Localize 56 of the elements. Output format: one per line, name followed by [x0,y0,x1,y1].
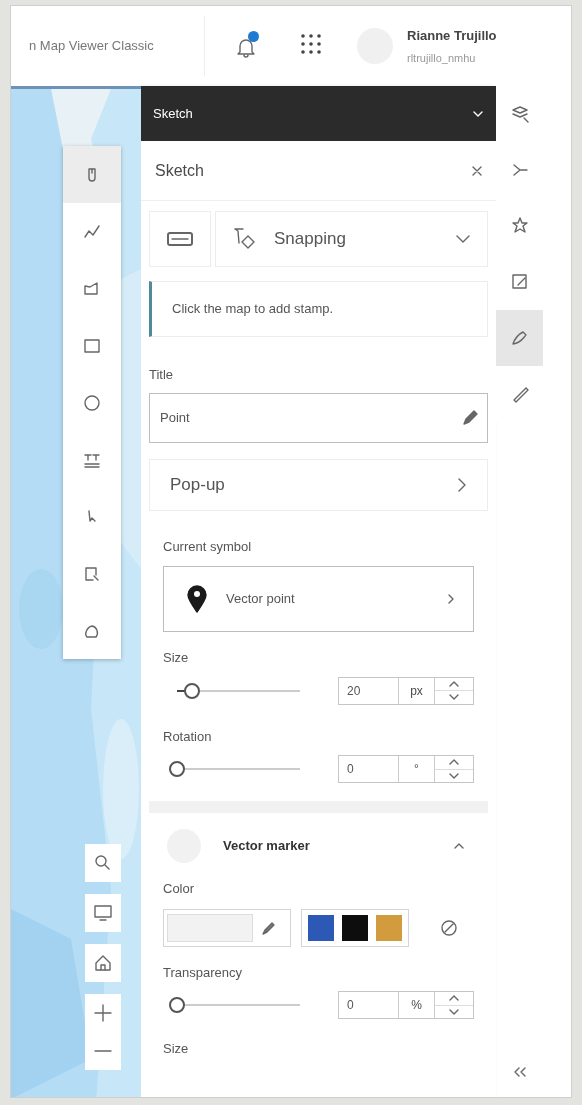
action-button[interactable] [496,310,543,366]
color-swatch[interactable] [308,914,334,941]
slider-label: Transparency [163,963,243,982]
slider-thumb[interactable] [183,682,200,699]
caret-up-icon [449,680,459,687]
zoom-in-button[interactable] [85,994,121,1032]
chevron-right-icon [457,476,467,493]
caret-up-icon [449,759,459,766]
number-stepper[interactable]: 20 px [338,676,474,705]
chevron-right-icon [447,593,455,605]
number-stepper[interactable]: 0 ° [338,755,474,783]
caret-up-icon [449,995,459,1002]
double-chevron-left-icon [512,1066,527,1077]
panel-title: Sketch [153,104,193,123]
slider-label: Rotation [163,727,213,746]
popup-button[interactable]: Pop-up [149,458,488,511]
monitor-icon [93,903,113,923]
color-swatch[interactable] [376,914,402,941]
close-icon[interactable] [472,165,482,176]
home-button[interactable] [85,944,121,982]
map-pin-icon [186,585,208,613]
slider-thumb[interactable] [169,761,185,777]
layers-icon [509,104,530,124]
search-button[interactable] [85,844,121,882]
tool-button[interactable] [63,146,121,203]
sketch-title: Sketch [155,160,204,181]
minus-icon [93,1049,113,1053]
symbol-label: Current symbol [163,537,253,556]
slider-thumb[interactable] [169,997,185,1013]
notice-text: Click the map to add stamp. [172,300,334,319]
zoom-out-button[interactable] [85,1032,121,1070]
number-stepper[interactable]: 0 % [338,991,474,1019]
monitor-button[interactable] [85,894,121,932]
keyboard-button[interactable] [149,211,211,267]
username: rltrujillo_nmhu [407,50,477,66]
snapping-dropdown[interactable]: Snapping [215,211,488,267]
color-field[interactable] [163,908,291,947]
color-swatch[interactable] [342,914,368,941]
circle-icon [82,392,102,413]
caret-down-icon [449,1008,459,1015]
user-name: Rianne Trujillo [407,27,497,45]
no-color-icon [440,919,458,938]
title-label: Title [149,366,175,384]
color-label: Color [163,880,196,898]
app-title[interactable]: n Map Viewer Classic [29,36,204,56]
symbol-button[interactable]: Vector point [163,566,474,632]
slider-label: Size [163,649,190,667]
size-label: Size [163,1040,190,1058]
caret-down-icon [449,772,459,779]
plus-icon [93,1003,113,1023]
chevron-down-icon [455,234,471,244]
caret-down-icon [449,694,459,701]
note-icon [509,272,530,292]
title-field[interactable]: Point [149,392,488,443]
home-icon [93,953,113,973]
keyboard-icon [167,231,193,247]
